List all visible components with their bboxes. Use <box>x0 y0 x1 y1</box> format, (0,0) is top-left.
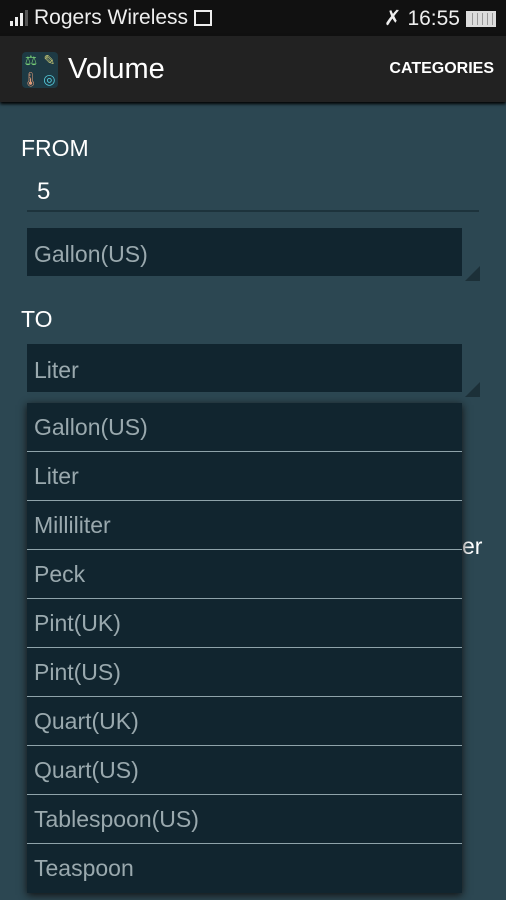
dropdown-option[interactable]: Pint(UK) <box>27 599 462 648</box>
dropdown-option[interactable]: Liter <box>27 452 462 501</box>
dropdown-option[interactable]: Tablespoon(US) <box>27 795 462 844</box>
action-bar: ⚖ ✎ 🌡 ◎ Volume CATEGORIES <box>0 36 506 102</box>
page-title: Volume <box>68 53 165 85</box>
carrier: Rogers Wireless <box>34 6 189 29</box>
clock: 16:55 <box>407 6 460 30</box>
dropdown-option[interactable]: Quart(UK) <box>27 697 462 746</box>
dropdown-option[interactable]: Milliliter <box>27 501 462 550</box>
spinner-arrow-icon <box>465 266 480 281</box>
battery-icon <box>466 10 496 27</box>
to-unit-spinner[interactable]: Liter <box>27 344 462 392</box>
from-value-input[interactable]: 5 <box>27 172 479 212</box>
from-label: FROM <box>21 135 89 161</box>
app-logo-icon: ⚖ ✎ 🌡 ◎ <box>22 52 58 88</box>
result-text: er <box>462 533 483 559</box>
spinner-arrow-icon <box>465 382 480 397</box>
dropdown-option[interactable]: Quart(US) <box>27 746 462 795</box>
status-bar: Rogers Wireless ✗ 16:55 <box>0 0 506 36</box>
categories-button[interactable]: CATEGORIES <box>389 60 494 78</box>
signal-icon <box>10 10 28 26</box>
mute-icon: ✗ <box>383 7 402 30</box>
unit-dropdown-list: Gallon(US) Liter Milliliter Peck Pint(UK… <box>27 403 462 893</box>
dropdown-option[interactable]: Peck <box>27 550 462 599</box>
dropdown-option[interactable]: Pint(US) <box>27 648 462 697</box>
from-unit-spinner[interactable]: Gallon(US) <box>27 228 462 276</box>
image-notification-icon <box>194 10 213 26</box>
dropdown-option[interactable]: Teaspoon <box>27 844 462 893</box>
dropdown-option[interactable]: Gallon(US) <box>27 403 462 452</box>
to-label: TO <box>21 306 53 332</box>
